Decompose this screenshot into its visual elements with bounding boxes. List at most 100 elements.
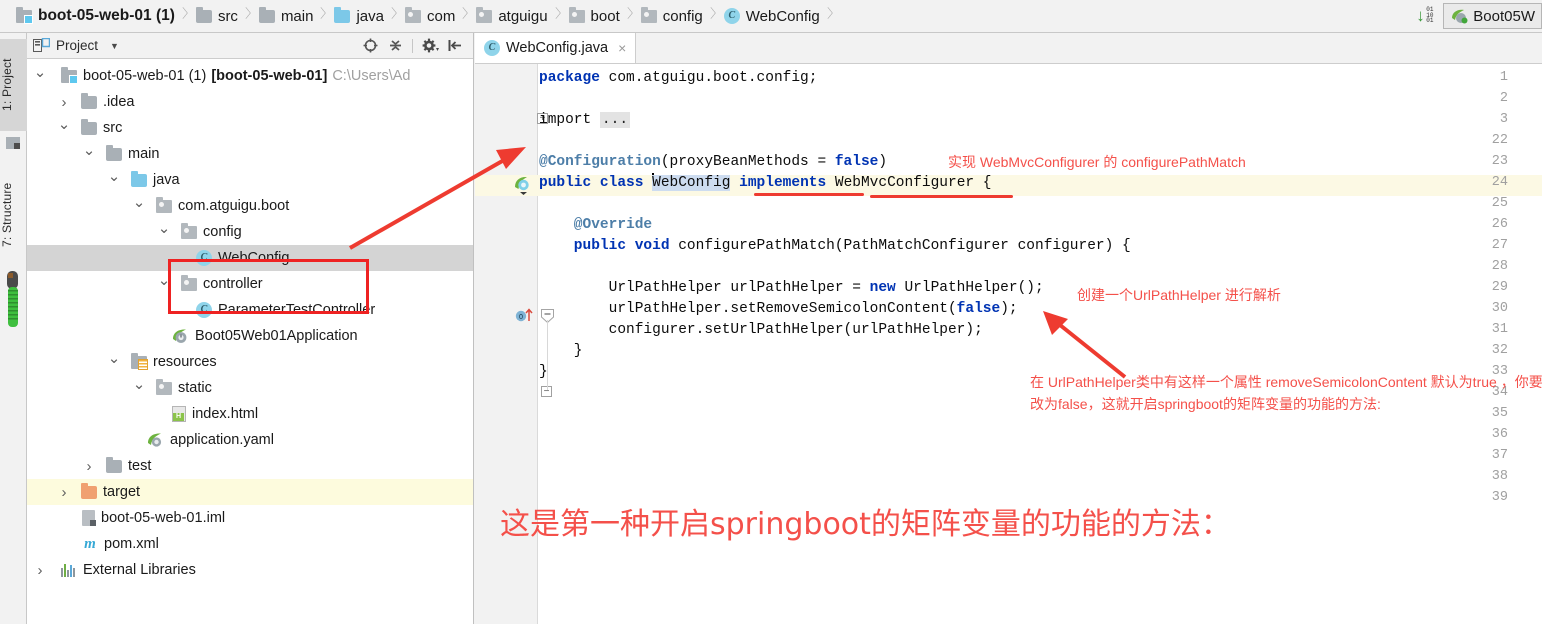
breadcrumb-separator-icon	[823, 0, 834, 33]
tree-item-idea[interactable]: .idea	[27, 89, 473, 115]
breadcrumb-item-main[interactable]: main	[253, 0, 316, 33]
sidebar-item-label: 7: Structure	[0, 182, 14, 248]
breadcrumb-item-project[interactable]: boot-05-web-01 (1)	[10, 0, 177, 33]
hide-panel-icon[interactable]	[447, 38, 463, 54]
package-icon	[156, 378, 172, 395]
run-configuration-selector[interactable]: Boot05W	[1443, 3, 1542, 29]
breadcrumb-item-java[interactable]: java	[328, 0, 386, 33]
tree-item-target[interactable]: target	[27, 479, 473, 505]
gear-icon[interactable]	[422, 38, 439, 54]
breadcrumb-item-src[interactable]: src	[190, 0, 240, 33]
override-method-gutter-icon[interactable]: O	[515, 307, 537, 323]
tree-item-java[interactable]: java	[27, 167, 473, 193]
tree-item-iml[interactable]: boot-05-web-01.iml	[27, 505, 473, 531]
structure-tab-icon	[5, 271, 22, 331]
breadcrumb-item-config[interactable]: config	[635, 0, 705, 33]
panel-title: Project	[56, 38, 99, 53]
code-line-26: @Override	[539, 217, 653, 233]
tree-item-label: java	[153, 172, 180, 188]
breadcrumb-item-webconfig[interactable]: C WebConfig	[718, 0, 822, 33]
tree-item-boot05web01application[interactable]: Boot05Web01Application	[27, 323, 473, 349]
breadcrumb-separator-icon	[387, 0, 398, 33]
breadcrumb-item-boot[interactable]: boot	[563, 0, 622, 33]
tree-item-static[interactable]: static	[27, 375, 473, 401]
annotation-underline-webmvcconfigurer	[870, 195, 1013, 198]
tree-item-label: static	[178, 380, 212, 396]
sidebar-item-structure[interactable]: 7: Structure	[0, 161, 27, 269]
tree-item-test[interactable]: test	[27, 453, 473, 479]
tree-item-resources[interactable]: resources	[27, 349, 473, 375]
tab-webconfig-java[interactable]: C WebConfig.java ×	[475, 33, 637, 63]
chevron-down-icon[interactable]	[57, 119, 71, 137]
spring-boot-icon	[1450, 8, 1468, 24]
code-line-31: configurer.setUrlPathHelper(urlPathHelpe…	[539, 322, 983, 338]
folder-icon	[81, 118, 97, 135]
chevron-down-icon[interactable]	[157, 223, 171, 241]
tree-item-label: resources	[153, 354, 217, 370]
sidebar-item-label: 1: Project	[0, 58, 14, 112]
breadcrumb-item-atguigu[interactable]: atguigu	[470, 0, 549, 33]
tree-item-main[interactable]: main	[27, 141, 473, 167]
tree-item-label: boot-05-web-01 (1)	[83, 68, 207, 84]
tree-item-label: ParameterTestController	[218, 302, 376, 318]
panel-toolbar	[362, 38, 467, 54]
tree-item-label: main	[128, 146, 160, 162]
chevron-down-icon[interactable]	[82, 145, 96, 163]
package-icon	[568, 6, 585, 23]
tree-item-src[interactable]: src	[27, 115, 473, 141]
tree-item-controller[interactable]: controller	[27, 271, 473, 297]
chevron-down-icon[interactable]	[107, 353, 121, 371]
tree-item-config[interactable]: config	[27, 219, 473, 245]
breadcrumb-label: com	[426, 7, 456, 25]
tree-item-parametertestcontroller[interactable]: C ParameterTestController	[27, 297, 473, 323]
breadcrumb-separator-icon	[178, 0, 189, 33]
project-panel-header: Project ▼	[27, 33, 473, 59]
html-file-icon	[172, 406, 186, 422]
chevron-down-icon[interactable]	[33, 67, 47, 85]
tree-item-external-libraries[interactable]: External Libraries	[27, 557, 473, 583]
chevron-right-icon[interactable]	[33, 562, 47, 579]
update-download-icon[interactable]: ↓ 01 10 01	[1413, 5, 1439, 27]
chevron-down-icon[interactable]	[157, 275, 171, 293]
close-icon[interactable]: ×	[618, 40, 626, 56]
editor-tab-strip: C WebConfig.java ×	[475, 33, 1542, 64]
code-line-3: import ...	[539, 112, 631, 128]
tree-item-pom-xml[interactable]: m pom.xml	[27, 531, 473, 557]
breadcrumb-label: boot	[590, 7, 620, 25]
code-line-27: public void configurePathMatch(PathMatch…	[539, 238, 1131, 254]
tree-item-webconfig[interactable]: C WebConfig	[27, 245, 473, 271]
chevron-right-icon[interactable]	[57, 94, 71, 111]
tree-item-com-atguigu-boot[interactable]: com.atguigu.boot	[27, 193, 473, 219]
spring-bean-gutter-icon[interactable]	[514, 175, 534, 195]
library-icon	[61, 563, 77, 577]
tree-item-index-html[interactable]: index.html	[27, 401, 473, 427]
annotation-underline-implements	[754, 193, 864, 196]
iml-file-icon	[82, 510, 96, 526]
tree-item-label: controller	[203, 276, 263, 292]
code-line-1: package com.atguigu.boot.config;	[539, 70, 818, 86]
breadcrumb-item-com[interactable]: com	[399, 0, 457, 33]
project-tree[interactable]: boot-05-web-01 (1) [boot-05-web-01] C:\U…	[27, 59, 473, 624]
breadcrumb-label: main	[280, 7, 314, 25]
chevron-down-icon[interactable]: ▼	[110, 41, 119, 51]
breadcrumb-label: atguigu	[498, 7, 548, 25]
tree-item-boot-05-web-01[interactable]: boot-05-web-01 (1) [boot-05-web-01] C:\U…	[27, 63, 473, 89]
class-icon: C	[196, 302, 212, 318]
tree-item-label: .idea	[103, 94, 135, 110]
chevron-down-icon[interactable]	[132, 197, 146, 215]
chevron-down-icon[interactable]	[132, 379, 146, 397]
tree-item-label: index.html	[192, 406, 259, 422]
collapse-all-icon[interactable]	[387, 38, 403, 54]
class-icon: C	[723, 8, 740, 24]
tree-item-application-yaml[interactable]: application.yaml	[27, 427, 473, 453]
tree-item-label: boot-05-web-01.iml	[101, 510, 226, 526]
package-icon	[156, 196, 172, 213]
breadcrumb-label: java	[356, 7, 384, 25]
scroll-from-source-icon[interactable]	[362, 38, 378, 54]
chevron-right-icon[interactable]	[57, 484, 71, 501]
sidebar-item-project[interactable]: 1: Project	[0, 39, 27, 131]
chevron-down-icon[interactable]	[107, 171, 121, 189]
breadcrumb-separator-icon	[458, 0, 469, 33]
chevron-right-icon[interactable]	[82, 458, 96, 475]
